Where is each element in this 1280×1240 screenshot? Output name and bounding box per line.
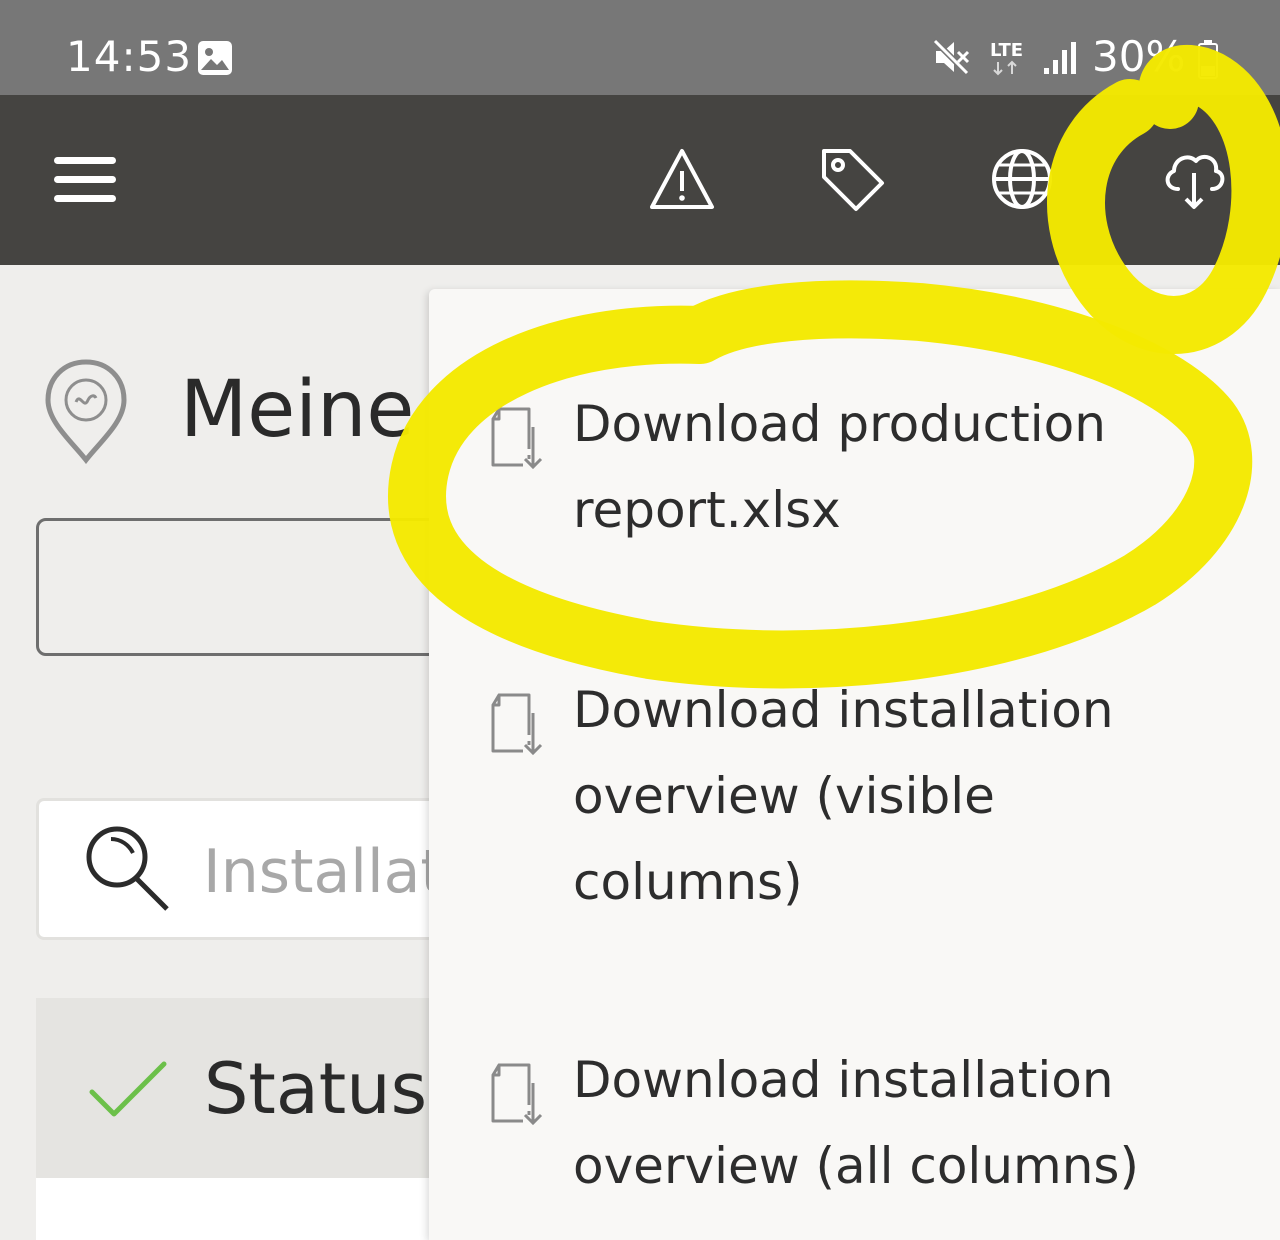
gallery-icon [198,41,232,75]
signal-icon [1044,42,1076,74]
lte-icon: LTE [990,40,1023,76]
menu-item-download-overview-all[interactable]: Download installation overview (all colu… [429,1051,1280,1240]
status-bar: 14:53 LTE 30% [0,0,1280,95]
menu-item-label: Download installation overview (visible … [573,681,1114,911]
battery-percent: 30% [1092,32,1186,81]
mute-icon [931,37,971,77]
cloud-download-icon[interactable] [1160,143,1228,211]
file-download-icon [491,407,543,470]
page-title: Meine [180,365,415,455]
top-app-bar [0,95,1280,265]
search-icon [86,826,169,911]
tag-icon[interactable] [818,145,886,213]
menu-item-label: Download installation overview (all colu… [573,1051,1139,1195]
menu-item-download-production-report[interactable]: Download production report.xlsx [429,395,1280,659]
globe-icon[interactable] [990,147,1054,211]
location-pin-icon [45,359,127,464]
battery-icon [1198,40,1218,79]
menu-icon[interactable] [52,155,118,205]
file-download-icon [491,1063,543,1126]
menu-item-download-overview-visible[interactable]: Download installation overview (visible … [429,681,1280,985]
file-download-icon [491,693,543,756]
download-dropdown-menu: Download production report.xlsx Download… [429,289,1280,1240]
menu-item-label: Download production report.xlsx [573,395,1106,539]
check-icon [89,1061,167,1117]
status-label: Status [204,1048,428,1130]
alert-icon[interactable] [648,147,716,211]
status-time: 14:53 [66,32,193,81]
lte-label: LTE [990,40,1023,61]
